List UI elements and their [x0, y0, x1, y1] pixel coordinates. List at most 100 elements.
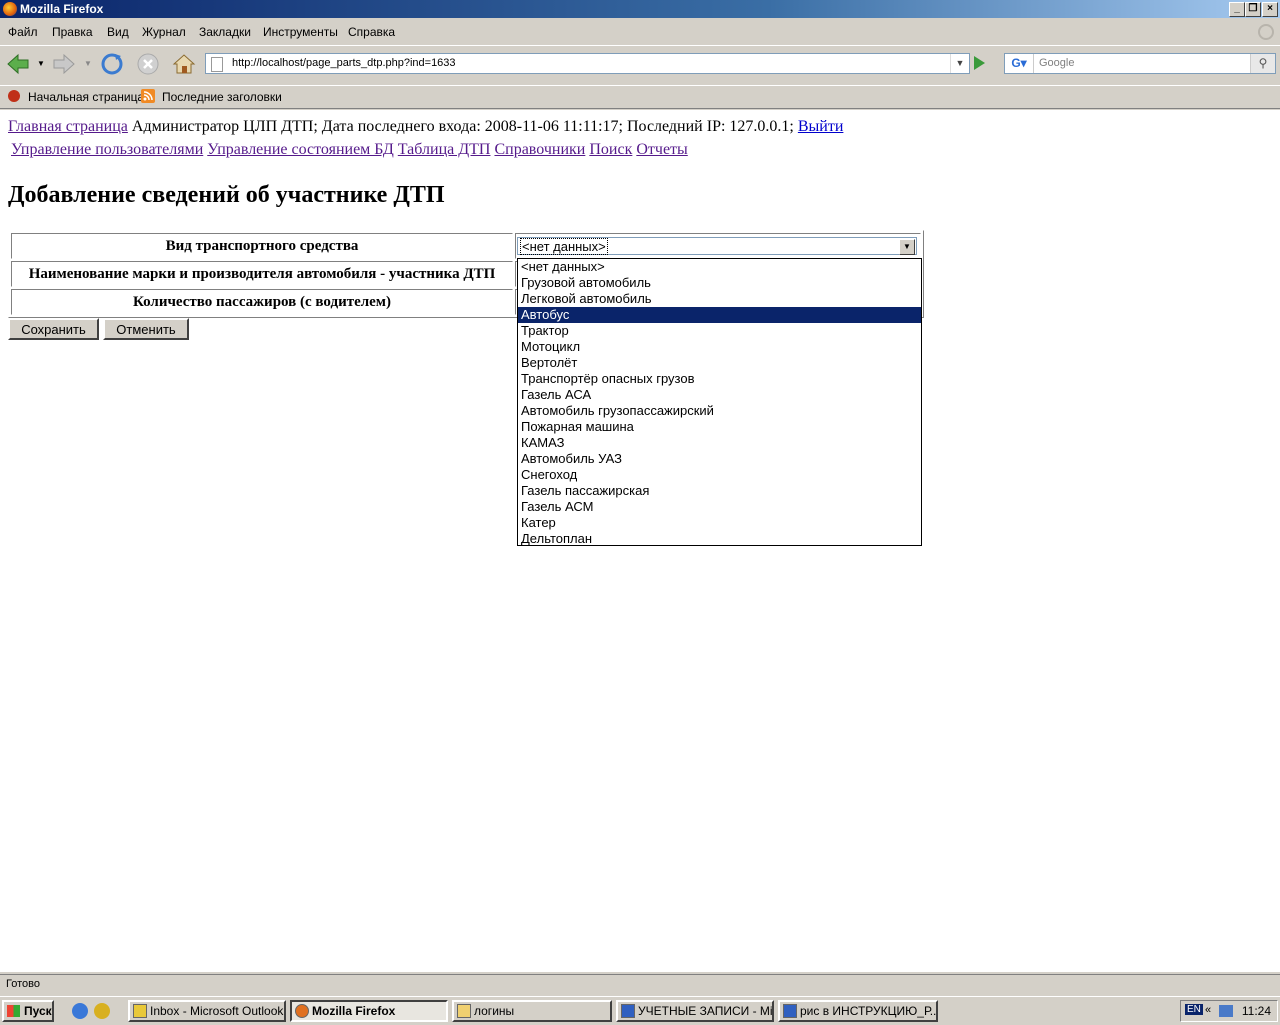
ie-quicklaunch-icon[interactable] [72, 1003, 88, 1019]
user-info-text: Администратор ЦЛП ДТП; Дата последнего в… [127, 118, 798, 135]
nav-search[interactable]: Поиск [589, 141, 632, 158]
menu-bookmarks[interactable]: Закладки [199, 25, 251, 39]
rss-icon [141, 89, 155, 103]
go-icon[interactable] [974, 56, 985, 70]
dropdown-option[interactable]: Катер [518, 515, 921, 531]
vehicle-type-selected-value[interactable]: <нет данных> [520, 238, 608, 255]
dropdown-option[interactable]: Вертолёт [518, 355, 921, 371]
task-outlook[interactable]: Inbox - Microsoft Outlook [128, 1000, 286, 1022]
forward-dropdown-icon[interactable]: ▼ [84, 59, 92, 68]
nav-reports[interactable]: Отчеты [636, 141, 687, 158]
language-indicator[interactable]: EN [1185, 1004, 1203, 1015]
dropdown-option[interactable]: Пожарная машина [518, 419, 921, 435]
back-icon[interactable] [5, 52, 31, 76]
dropdown-option-highlighted[interactable]: Автобус [518, 307, 921, 323]
menu-edit[interactable]: Правка [52, 25, 93, 39]
bookmarks-toolbar: Начальная страница Последние заголовки [0, 85, 1280, 109]
word-icon [621, 1004, 635, 1018]
vehicle-type-dropdown-list[interactable]: <нет данных> Грузовой автомобиль Легково… [517, 258, 922, 546]
menu-help[interactable]: Справка [348, 25, 395, 39]
dropdown-option[interactable]: <нет данных> [518, 259, 921, 275]
dropdown-option[interactable]: Автомобиль УАЗ [518, 451, 921, 467]
save-button[interactable]: Сохранить [8, 318, 99, 340]
dropdown-option[interactable]: Грузовой автомобиль [518, 275, 921, 291]
firefox-icon [3, 2, 17, 16]
logout-link[interactable]: Выйти [798, 118, 844, 135]
dropdown-option[interactable]: Газель пассажирская [518, 483, 921, 499]
dropdown-option[interactable]: Легковой автомобиль [518, 291, 921, 307]
outlook-icon [133, 1004, 147, 1018]
search-placeholder[interactable]: Google [1039, 57, 1074, 69]
menu-tools[interactable]: Инструменты [263, 25, 338, 39]
task-word-instructions[interactable]: рис в ИНСТРУКЦИЮ_Р... [778, 1000, 938, 1022]
minimize-button[interactable]: _ [1229, 2, 1245, 17]
vehicle-type-cell: <нет данных> ▼ [515, 233, 921, 259]
task-folder[interactable]: логины [452, 1000, 612, 1022]
reload-icon[interactable] [99, 52, 125, 76]
passengers-label: Количество пассажиров (с водителем) [11, 289, 513, 315]
url-history-dropdown-icon[interactable]: ▼ [950, 54, 969, 73]
dropdown-option[interactable]: Транспортёр опасных грузов [518, 371, 921, 387]
clock: 11:24 [1241, 1004, 1271, 1018]
maximize-button[interactable]: ❐ [1245, 2, 1261, 17]
nav-db-management[interactable]: Управление состоянием БД [207, 141, 394, 158]
nav-user-management[interactable]: Управление пользователями [11, 141, 203, 158]
back-dropdown-icon[interactable]: ▼ [37, 59, 45, 68]
bookmark-start-page[interactable]: Начальная страница [28, 90, 144, 104]
home-link[interactable]: Главная страница [8, 118, 128, 135]
dropdown-option[interactable]: КАМАЗ [518, 435, 921, 451]
url-bar[interactable]: http://localhost/page_parts_dtp.php?ind=… [205, 53, 970, 74]
google-engine-icon[interactable]: G▾ [1005, 54, 1034, 73]
vehicle-type-select[interactable]: <нет данных> ▼ [517, 237, 917, 255]
url-text[interactable]: http://localhost/page_parts_dtp.php?ind=… [232, 57, 456, 69]
show-hidden-icons-icon[interactable]: « [1205, 1004, 1211, 1016]
nav-dtp-table[interactable]: Таблица ДТП [398, 141, 491, 158]
dropdown-option[interactable]: Газель АСА [518, 387, 921, 403]
brand-label: Наименование марки и производителя автом… [11, 261, 513, 287]
home-icon[interactable] [171, 52, 197, 76]
nav-reference-books[interactable]: Справочники [494, 141, 585, 158]
navigation-toolbar: ▼ ▼ http://localhost/page_parts_dtp.php?… [0, 45, 1280, 82]
page-icon [211, 57, 223, 72]
task-firefox[interactable]: Mozilla Firefox [290, 1000, 448, 1022]
search-icon[interactable]: ⚲ [1250, 54, 1275, 73]
menu-history[interactable]: Журнал [142, 25, 186, 39]
task-word-accounts[interactable]: УЧЕТНЫЕ ЗАПИСИ - Mi... [616, 1000, 774, 1022]
stop-icon[interactable] [135, 52, 161, 76]
throbber-icon [1258, 24, 1274, 40]
form-row-vehicle-type: Вид транспортного средства <нет данных> … [11, 233, 921, 259]
firefox-bookmark-icon [8, 90, 20, 102]
dropdown-option[interactable]: Автомобиль грузопассажирский [518, 403, 921, 419]
network-icon[interactable] [1219, 1005, 1233, 1017]
windows-logo-icon [7, 1005, 20, 1017]
folder-icon [457, 1004, 471, 1018]
window-title: Mozilla Firefox [20, 2, 104, 16]
start-button[interactable]: Пуск [2, 1000, 54, 1022]
word-icon [783, 1004, 797, 1018]
vehicle-type-label: Вид транспортного средства [11, 233, 513, 259]
dropdown-option[interactable]: Трактор [518, 323, 921, 339]
taskbar: Пуск Inbox - Microsoft Outlook Mozilla F… [0, 996, 1280, 1025]
status-text: Готово [6, 978, 40, 990]
cancel-button[interactable]: Отменить [103, 318, 189, 340]
dropdown-option[interactable]: Снегоход [518, 467, 921, 483]
dropdown-option[interactable]: Газель АСМ [518, 499, 921, 515]
dropdown-option[interactable]: Дельтоплан [518, 531, 921, 547]
chevron-down-icon[interactable]: ▼ [899, 239, 915, 255]
bookmark-latest-headlines[interactable]: Последние заголовки [162, 90, 282, 104]
dropdown-option[interactable]: Мотоцикл [518, 339, 921, 355]
task-label: логины [474, 1004, 515, 1018]
status-bar: Готово [0, 974, 1280, 995]
close-button[interactable]: × [1262, 2, 1278, 17]
menu-file[interactable]: Файл [8, 25, 38, 39]
menu-bar: Файл Правка Вид Журнал Закладки Инструме… [0, 22, 1280, 42]
page-title: Добавление сведений об участнике ДТП [8, 182, 445, 208]
menu-view[interactable]: Вид [107, 25, 129, 39]
forward-icon[interactable] [51, 52, 77, 76]
main-nav: Управление пользователями Управление сос… [11, 141, 688, 159]
system-tray: EN « 11:24 [1180, 1000, 1278, 1022]
task-label: рис в ИНСТРУКЦИЮ_Р... [800, 1004, 938, 1018]
task-label: Mozilla Firefox [312, 1004, 396, 1018]
outlook-quicklaunch-icon[interactable] [94, 1003, 110, 1019]
search-box[interactable]: G▾ Google ⚲ [1004, 53, 1276, 74]
